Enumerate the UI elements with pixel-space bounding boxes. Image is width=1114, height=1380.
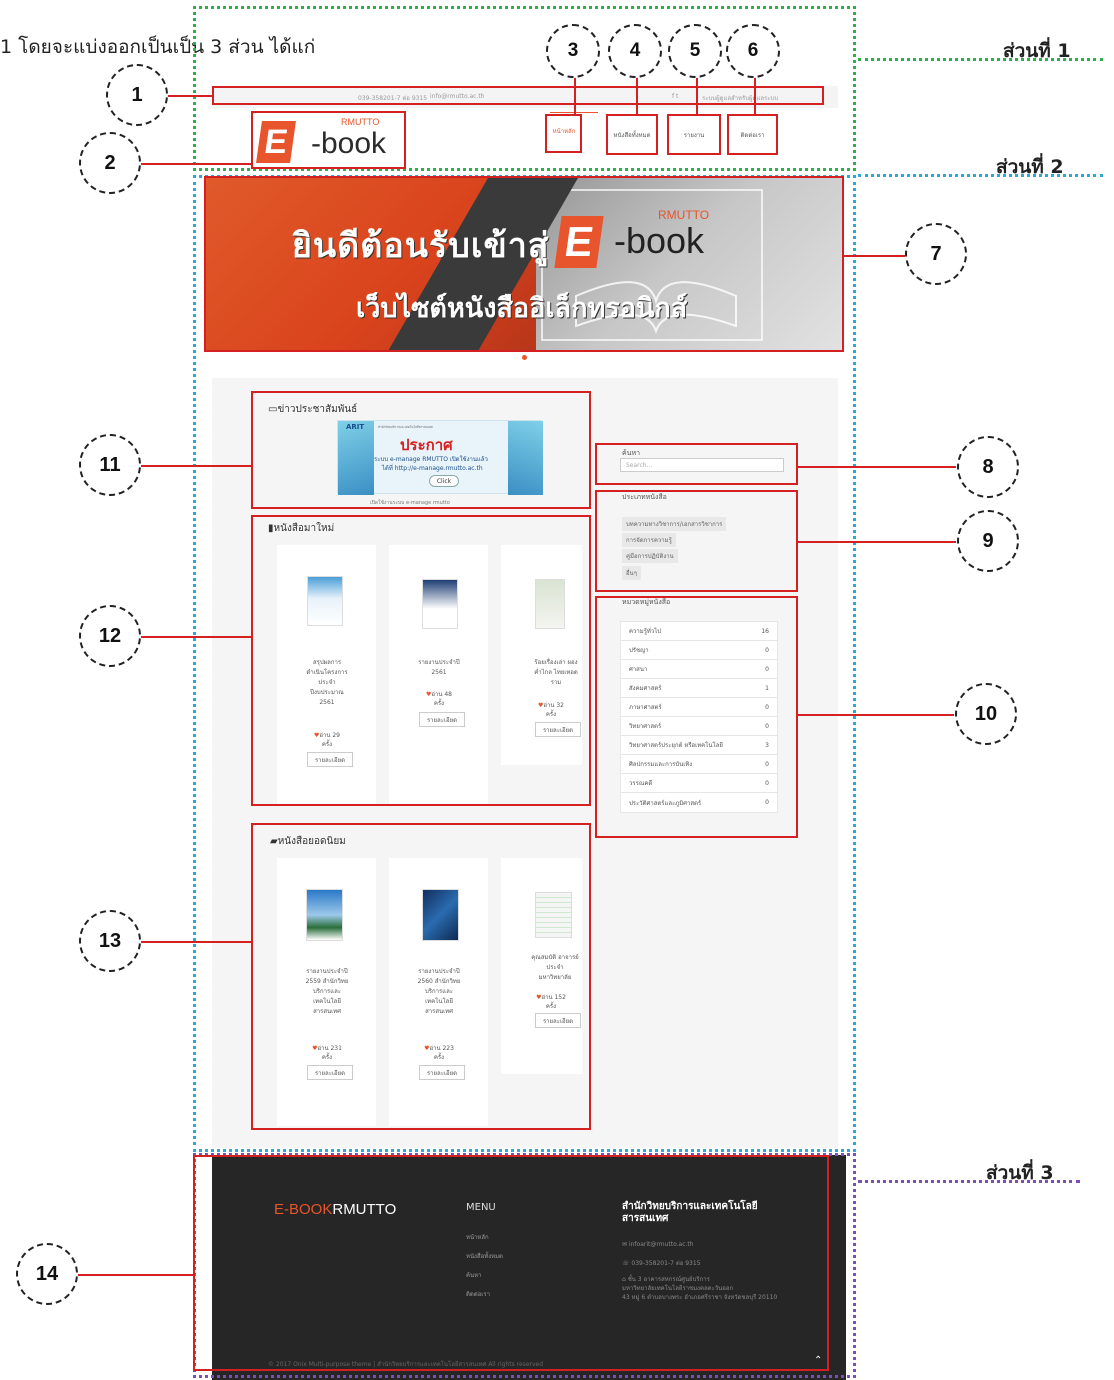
callout-1: 1 [106, 64, 168, 126]
annotation-box-1 [212, 86, 824, 105]
section-2-leader [858, 174, 1103, 177]
callout-5: 5 [668, 24, 722, 78]
callout-3: 3 [546, 24, 600, 78]
callout-9: 9 [957, 510, 1019, 572]
callout-12: 12 [79, 605, 141, 667]
connector-11 [141, 465, 252, 467]
callout-4: 4 [608, 24, 662, 78]
connector-6 [754, 75, 756, 115]
annotation-box-14 [193, 1155, 829, 1371]
section-label-3: ส่วนที่ 3 [986, 1162, 1054, 1184]
callout-13: 13 [79, 910, 141, 972]
annotation-box-8 [595, 443, 798, 485]
section-label-1: ส่วนที่ 1 [1003, 40, 1071, 62]
annotation-box-2 [251, 111, 406, 169]
connector-2 [141, 163, 253, 165]
connector-8 [798, 466, 956, 468]
connector-12 [141, 636, 252, 638]
callout-2: 2 [79, 132, 141, 194]
callout-11: 11 [79, 434, 141, 496]
annotation-box-10 [595, 596, 798, 838]
section-3-leader [858, 1180, 1080, 1183]
annotation-box-9 [595, 490, 798, 592]
connector-13 [141, 941, 252, 943]
connector-9 [798, 541, 956, 543]
connector-1 [168, 95, 214, 97]
annotation-box-3 [545, 114, 582, 153]
annotation-box-6 [727, 114, 778, 155]
section-1-leader [858, 58, 1103, 61]
annotation-box-7 [204, 176, 844, 352]
annotation-box-13 [251, 823, 591, 1130]
callout-8: 8 [957, 436, 1019, 498]
callout-6: 6 [726, 24, 780, 78]
connector-10 [798, 714, 954, 716]
callout-7: 7 [905, 223, 967, 285]
callout-14: 14 [16, 1243, 78, 1305]
connector-14 [78, 1274, 193, 1276]
section-label-2: ส่วนที่ 2 [996, 156, 1064, 178]
annotation-box-5 [667, 114, 721, 155]
callout-10: 10 [955, 683, 1017, 745]
annotation-box-4 [606, 114, 658, 155]
connector-5 [696, 75, 698, 115]
connector-3 [574, 74, 576, 114]
connector-7 [843, 255, 905, 257]
annotation-box-12 [251, 515, 591, 806]
annotation-box-11 [251, 391, 591, 509]
connector-4 [636, 75, 638, 115]
